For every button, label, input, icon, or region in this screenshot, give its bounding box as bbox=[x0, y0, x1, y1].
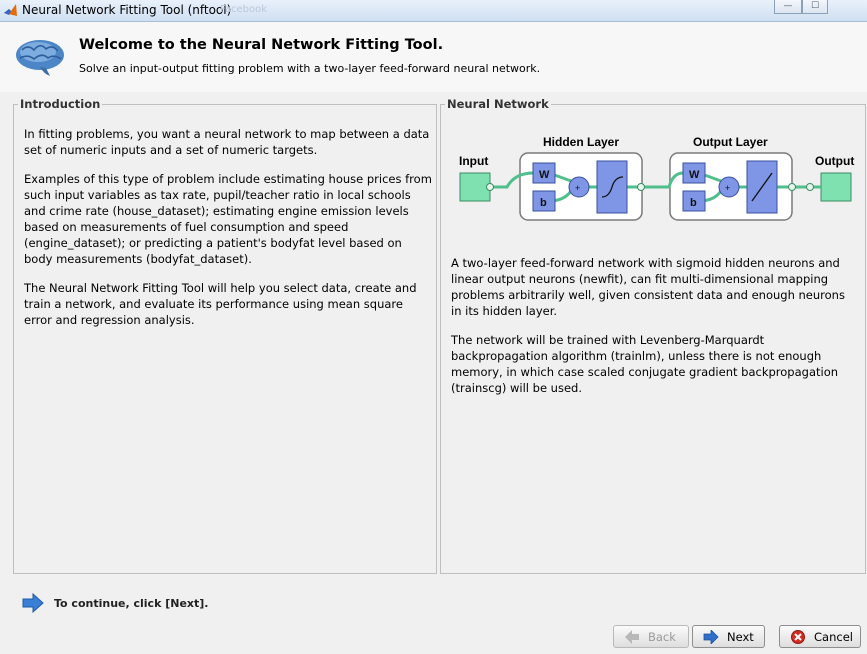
nn-paragraph: The network will be trained with Levenbe… bbox=[451, 333, 839, 395]
output-sum-label: + bbox=[725, 183, 730, 193]
intro-paragraph: The Neural Network Fitting Tool will hel… bbox=[24, 281, 417, 327]
arrow-left-icon bbox=[625, 630, 639, 644]
hidden-weight-label: W bbox=[539, 169, 550, 181]
neural-network-text: A two-layer feed-forward network with si… bbox=[451, 255, 851, 409]
cancel-button-label: Cancel bbox=[814, 630, 853, 644]
page-subtitle: Solve an input-output fitting problem wi… bbox=[79, 62, 541, 75]
output-label: Output bbox=[815, 154, 854, 168]
matlab-icon bbox=[4, 4, 17, 16]
neural-network-legend: Neural Network bbox=[445, 97, 551, 111]
intro-paragraph: Examples of this type of problem include… bbox=[24, 172, 432, 266]
intro-paragraph: In fitting problems, you want a neural n… bbox=[24, 127, 430, 157]
page-title: Welcome to the Neural Network Fitting To… bbox=[79, 37, 444, 53]
introduction-legend: Introduction bbox=[18, 97, 103, 111]
neural-network-panel: Neural Network Input Hidden Layer Output… bbox=[440, 97, 866, 574]
hidden-sum-label: + bbox=[575, 183, 580, 193]
hidden-layer-label: Hidden Layer bbox=[543, 135, 619, 149]
network-diagram: Input Hidden Layer Output Layer Output W… bbox=[459, 135, 854, 221]
back-button-label: Back bbox=[648, 630, 676, 644]
input-label: Input bbox=[459, 154, 488, 168]
output-bias-label: b bbox=[690, 197, 697, 209]
maximize-button[interactable]: ☐ bbox=[802, 0, 828, 14]
output-node bbox=[820, 172, 852, 202]
cancel-button[interactable]: Cancel bbox=[779, 625, 861, 648]
header-banner: Welcome to the Neural Network Fitting To… bbox=[0, 22, 867, 92]
arrow-right-icon bbox=[703, 630, 719, 644]
window-title: Neural Network Fitting Tool (nftool) bbox=[22, 3, 232, 17]
introduction-text: In fitting problems, you want a neural n… bbox=[24, 126, 432, 341]
next-button[interactable]: Next bbox=[692, 625, 765, 648]
maximize-icon: ☐ bbox=[810, 1, 820, 11]
window-titlebar: Neural Network Fitting Tool (nftool) Fac… bbox=[0, 0, 867, 22]
back-button[interactable]: Back bbox=[613, 625, 689, 648]
next-button-label: Next bbox=[727, 630, 754, 644]
nn-paragraph: A two-layer feed-forward network with si… bbox=[451, 256, 845, 318]
output-weight-label: W bbox=[689, 169, 700, 181]
background-ghost-text: Facebook bbox=[220, 4, 267, 15]
continue-hint-text: To continue, click [Next]. bbox=[54, 597, 209, 610]
minimize-icon: — bbox=[783, 1, 793, 11]
arrow-right-icon bbox=[22, 593, 44, 613]
introduction-panel: Introduction In fitting problems, you wa… bbox=[13, 97, 437, 574]
cancel-icon bbox=[791, 630, 805, 644]
output-layer-label: Output Layer bbox=[693, 135, 768, 149]
brain-icon bbox=[16, 40, 64, 76]
input-node bbox=[459, 172, 491, 202]
hidden-bias-label: b bbox=[540, 197, 547, 209]
minimize-button[interactable]: — bbox=[774, 0, 802, 14]
